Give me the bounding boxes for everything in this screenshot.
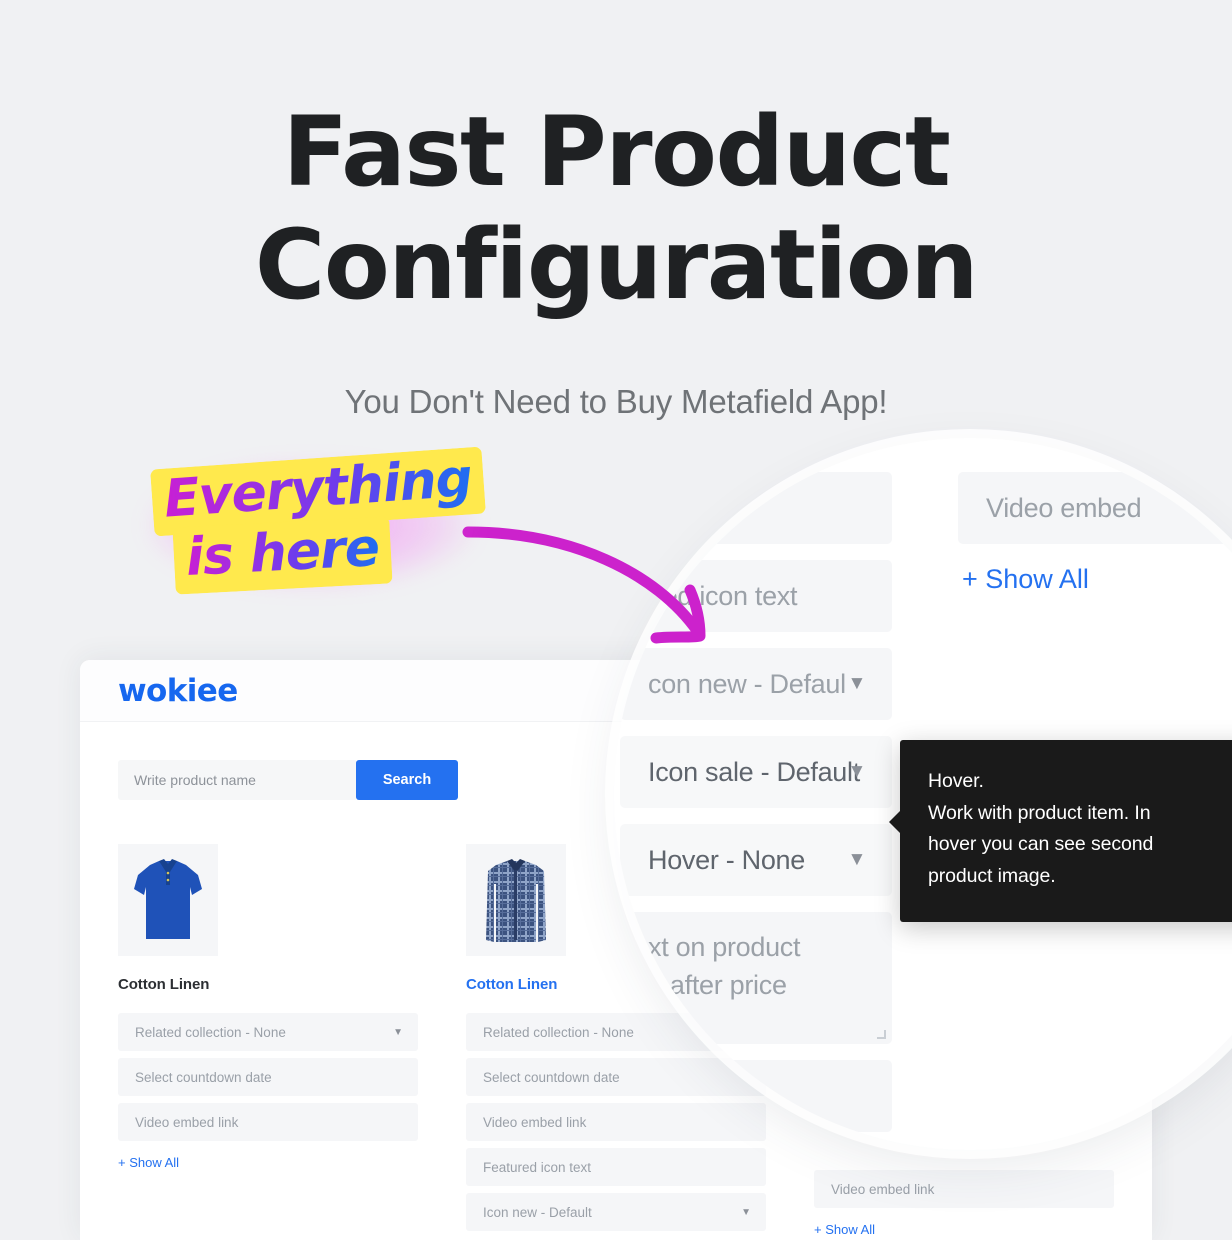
chevron-down-icon: ▼ bbox=[847, 761, 866, 782]
page-subtitle: You Don't Need to Buy Metafield App! bbox=[344, 382, 888, 420]
magnified-field-icon-sale[interactable]: Icon sale - Default ▼ bbox=[620, 736, 892, 808]
brand-logo: wokiee bbox=[118, 672, 238, 709]
field-label: Featured icon text bbox=[483, 1159, 592, 1175]
tooltip-line-4: product image. bbox=[928, 864, 1056, 887]
pointer-arrow-icon bbox=[462, 526, 706, 644]
field-label: Hover - None bbox=[648, 844, 805, 875]
field-featured-icon-text[interactable]: Featured icon text bbox=[466, 1148, 766, 1186]
tooltip-line-1: Hover. bbox=[928, 770, 984, 792]
field-label: Related collection - None bbox=[135, 1024, 286, 1040]
field-label: Icon sale - Default bbox=[648, 756, 860, 787]
search-group: Search bbox=[118, 760, 458, 800]
chevron-down-icon: ▼ bbox=[393, 1026, 403, 1038]
resize-handle-icon[interactable] bbox=[877, 1030, 886, 1039]
chevron-down-icon: ▼ bbox=[847, 673, 866, 694]
field-label: Video embed link bbox=[483, 1114, 587, 1130]
field-label: Icon new - Default bbox=[483, 1204, 592, 1220]
field-label: Select countdown date bbox=[483, 1069, 620, 1085]
field-icon-new[interactable]: Icon new - Default ▼ bbox=[466, 1193, 766, 1231]
product-thumbnail bbox=[466, 844, 566, 956]
field-label: d link bbox=[648, 492, 710, 523]
magnified-field-text-on-product[interactable]: xt on product e after price bbox=[620, 912, 892, 1044]
plaid-button-up-shirt-icon bbox=[486, 859, 546, 942]
hover-tooltip: Hover. Work with product item. In hover … bbox=[889, 740, 1232, 923]
search-input[interactable] bbox=[118, 760, 356, 800]
field-label: text bbox=[648, 1080, 691, 1111]
magnified-right-column: Video embed + Show All bbox=[958, 472, 1230, 595]
field-label-line-1: xt on product bbox=[648, 932, 801, 962]
product-name[interactable]: Cotton Linen bbox=[118, 976, 418, 993]
sticker-line-2-text: is here bbox=[184, 517, 381, 589]
magnified-field-hover[interactable]: Hover - None ▼ bbox=[620, 824, 892, 896]
chevron-down-icon: ▼ bbox=[847, 849, 866, 870]
chevron-down-icon: ▼ bbox=[741, 1206, 751, 1218]
search-button[interactable]: Search bbox=[356, 760, 458, 800]
field-video-embed-link[interactable]: Video embed link bbox=[814, 1170, 1114, 1208]
tooltip-line-3: hover you can see second bbox=[928, 833, 1154, 856]
field-label-line-2: e after price bbox=[648, 970, 787, 1001]
field-label: Video embed bbox=[986, 492, 1142, 523]
field-label: Related collection - None bbox=[483, 1024, 634, 1040]
field-countdown-date[interactable]: Select countdown date bbox=[118, 1058, 418, 1096]
page-title-line-1: Fast Product bbox=[282, 96, 951, 208]
field-label: Video embed link bbox=[831, 1181, 935, 1197]
tooltip-line-2: Work with product item. In bbox=[928, 801, 1151, 824]
product-card: Cotton Linen Related collection - None ▼… bbox=[118, 844, 418, 1237]
page-title: Fast Product Configuration bbox=[0, 0, 1232, 323]
show-all-link[interactable]: + Show All bbox=[118, 1155, 418, 1170]
field-video-embed-link[interactable]: Video embed link bbox=[118, 1103, 418, 1141]
field-label: con new - Defaul bbox=[648, 668, 846, 699]
page-title-line-2: Configuration bbox=[254, 209, 979, 322]
show-all-link[interactable]: + Show All bbox=[814, 1222, 1114, 1237]
magnified-show-all-link[interactable]: + Show All bbox=[958, 564, 1230, 595]
sticker-line-2: is here bbox=[172, 516, 393, 595]
product-fields: Related collection - None ▼ Select count… bbox=[118, 1013, 418, 1141]
magnified-field-text[interactable]: text bbox=[620, 1060, 892, 1132]
field-label: Video embed link bbox=[135, 1114, 239, 1130]
field-related-collection[interactable]: Related collection - None ▼ bbox=[118, 1013, 418, 1051]
magnified-field-video-embed[interactable]: Video embed bbox=[958, 472, 1230, 544]
product-thumbnail bbox=[118, 844, 218, 956]
hero-section: Fast Product Configuration You Don't Nee… bbox=[0, 0, 1232, 421]
everything-is-here-sticker: Everything is here bbox=[138, 446, 488, 600]
field-label: Select countdown date bbox=[135, 1069, 272, 1085]
product-fields: Video embed link bbox=[814, 1170, 1114, 1208]
blue-polo-shirt-icon bbox=[134, 859, 202, 939]
